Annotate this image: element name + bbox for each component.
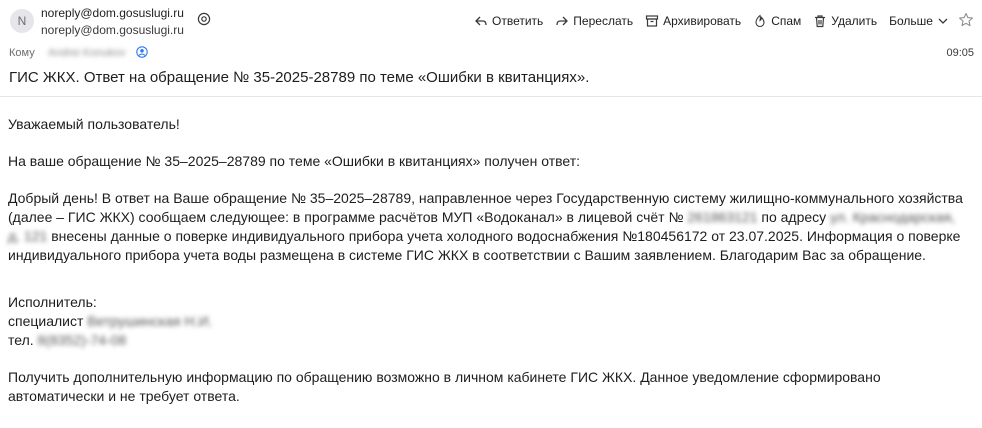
sender-email: noreply@dom.gosuslugi.ru [41,23,184,37]
specialist-line: специалист Ветрушинская Н.И. [8,312,968,331]
greeting: Уважаемый пользователь! [8,116,180,132]
to-label: Кому [9,47,35,59]
phone-label: тел. [8,332,34,348]
spam-icon [755,14,765,28]
header-divider [0,96,982,97]
main-paragraph: Добрый день! В ответ на Ваше обращение №… [8,189,968,265]
sender-avatar: N [10,9,34,33]
executor-block: Исполнитель: специалист Ветрушинская Н.И… [8,293,968,350]
recipient-name[interactable]: Andrei Konukov [48,47,126,59]
archive-icon [646,15,659,27]
main-text-2: по адресу [757,209,831,225]
trash-icon [815,15,826,28]
forward-icon [556,16,569,26]
footer-paragraph: Получить дополнительную информацию по об… [8,369,881,404]
message-subject: ГИС ЖКХ. Ответ на обращение № 35-2025-28… [9,69,590,86]
executor-label: Исполнитель: [8,294,97,310]
reply-button[interactable]: Ответить [474,14,543,28]
blurred-account: 261863121 [687,209,758,225]
phone-line: тел. 8(8352)-74-08 [8,331,968,350]
spam-label: Спам [771,14,802,28]
delete-button[interactable]: Удалить [813,14,877,28]
at-icon [197,12,211,26]
main-text-3: внесены данные о поверке индивидуального… [8,228,961,263]
star-icon[interactable] [958,12,974,28]
message-body: Уважаемый пользователь! На ваше обращени… [8,115,968,424]
forward-button[interactable]: Переслать [555,14,633,28]
sender-name[interactable]: noreply@dom.gosuslugi.ru [41,6,184,20]
intro-paragraph: На ваше обращение № 35–2025–28789 по тем… [8,153,581,169]
chevron-down-icon [938,18,948,24]
spam-button[interactable]: Спам [753,14,801,28]
blurred-phone: 8(8352)-74-08 [37,332,127,348]
forward-label: Переслать [573,14,634,28]
reply-label: Ответить [492,14,544,28]
more-label: Больше [889,14,933,28]
delete-label: Удалить [831,14,878,28]
contact-icon [136,46,148,58]
message-toolbar: Ответить Переслать Архивировать Спам Уда… [474,12,949,30]
archive-label: Архивировать [663,14,742,28]
reply-icon [475,16,487,26]
blurred-specialist: Ветрушинская Н.И. [87,313,213,329]
message-time: 09:05 [946,47,974,59]
specialist-label: специалист [8,313,84,329]
archive-button[interactable]: Архивировать [645,14,741,28]
more-menu-button[interactable]: Больше [889,14,949,28]
